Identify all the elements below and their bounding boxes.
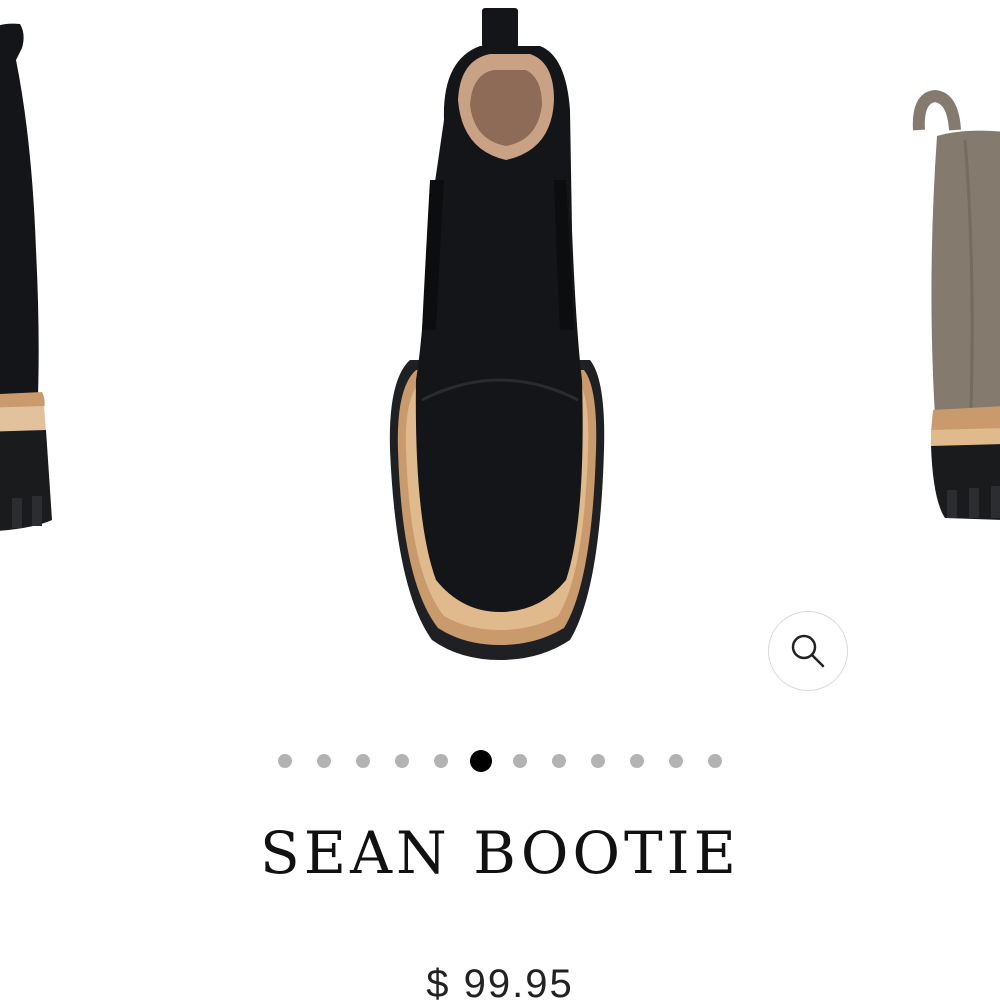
carousel-slide-next[interactable] [905, 80, 1000, 530]
carousel-dot[interactable] [434, 754, 448, 768]
product-price: $ 99.95 [426, 962, 574, 1000]
carousel-dot[interactable] [278, 754, 292, 768]
carousel-dot[interactable] [395, 754, 409, 768]
carousel-pagination [0, 748, 1000, 774]
carousel-slide-current[interactable] [370, 0, 630, 670]
carousel-dot[interactable] [669, 754, 683, 768]
carousel-dot[interactable] [552, 754, 566, 768]
carousel-slide-previous[interactable] [0, 0, 70, 540]
boot-image-black-top [389, 8, 605, 660]
carousel-dot[interactable] [708, 754, 722, 768]
product-title: SEAN BOOTIE [260, 819, 740, 887]
product-page: SEAN BOOTIE $ 99.95 [0, 0, 1000, 1000]
carousel-dot[interactable] [513, 754, 527, 768]
carousel-dot[interactable] [630, 754, 644, 768]
boot-image-black-rear [0, 23, 52, 531]
zoom-button[interactable] [768, 611, 848, 691]
carousel-dot[interactable] [317, 754, 331, 768]
boot-image-taupe-rear [912, 89, 1000, 520]
search-icon [791, 634, 825, 668]
carousel-dot[interactable] [356, 754, 370, 768]
carousel-dot-active[interactable] [469, 750, 492, 772]
product-image-carousel[interactable] [0, 0, 1000, 730]
carousel-dot[interactable] [591, 754, 605, 768]
